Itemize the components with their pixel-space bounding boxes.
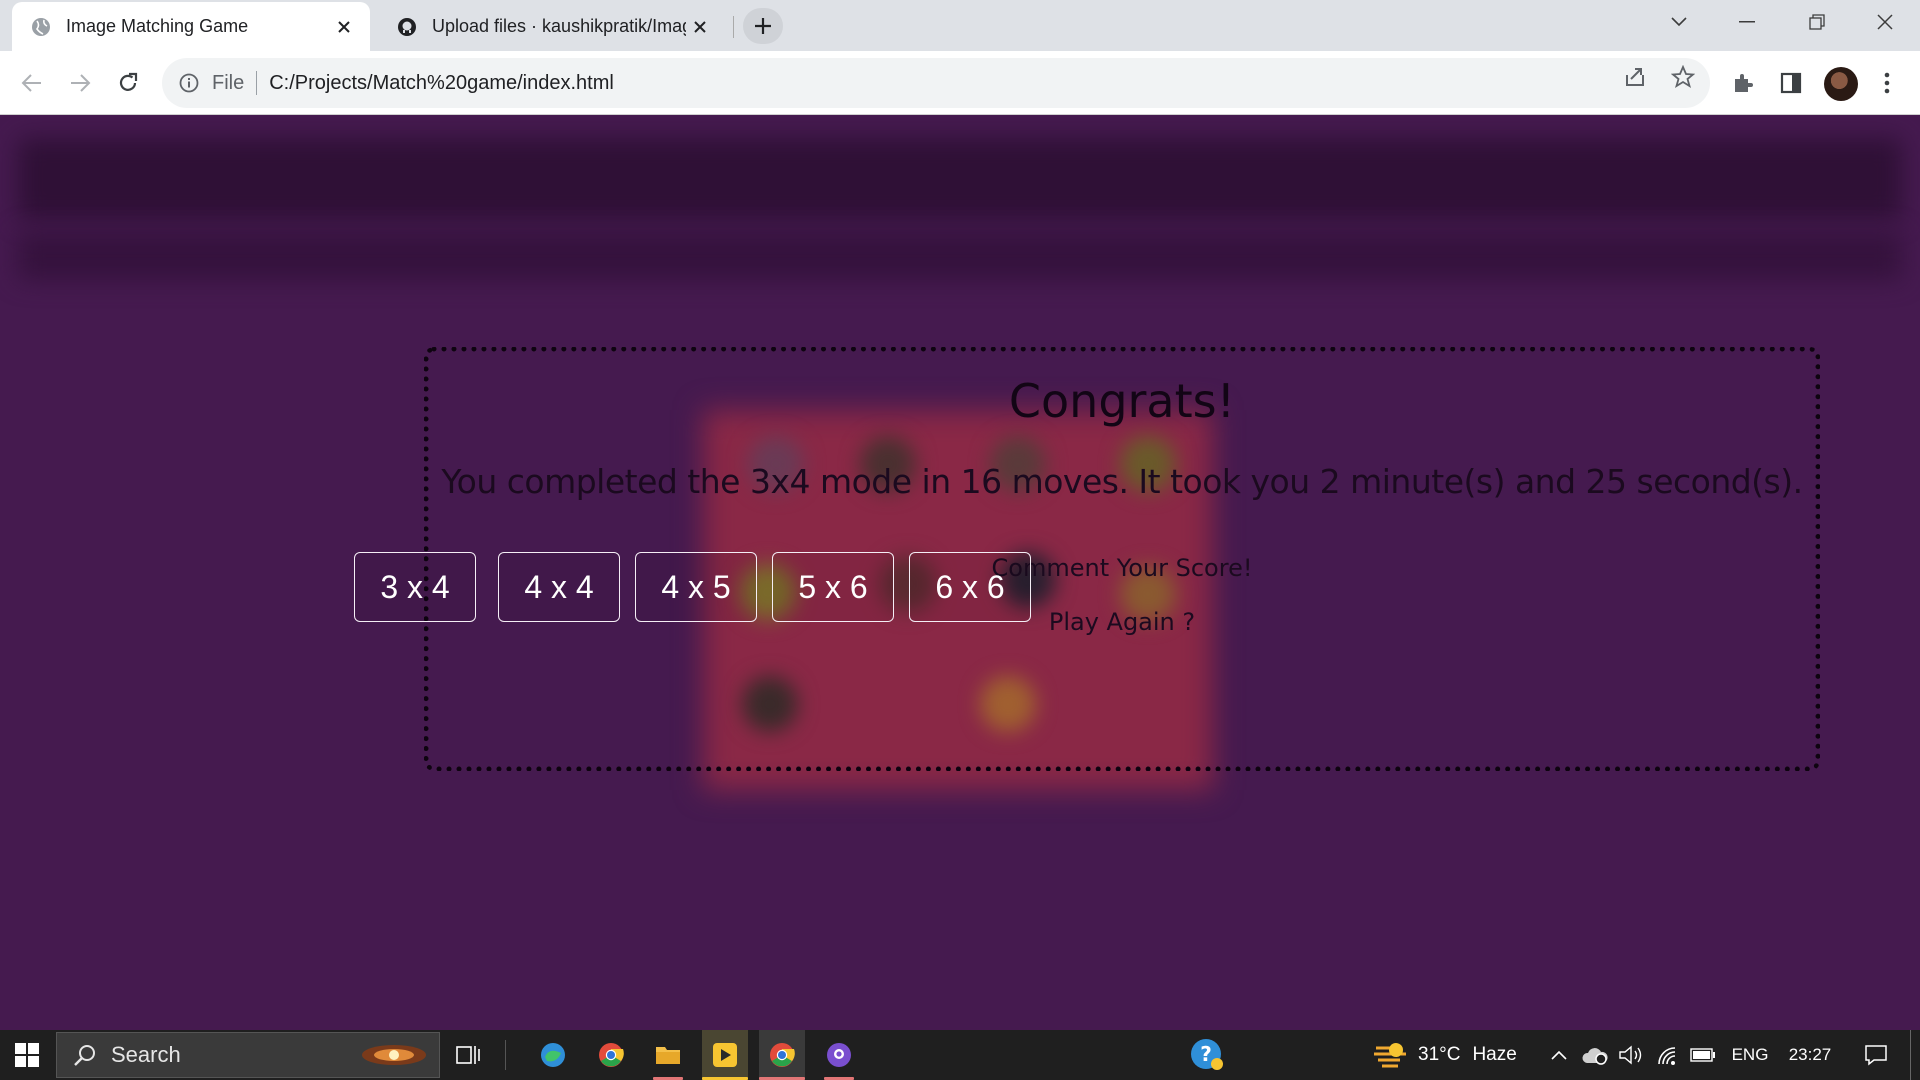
forward-button[interactable] xyxy=(62,65,98,101)
language-label: ENG xyxy=(1731,1045,1769,1064)
task-view-button[interactable] xyxy=(448,1030,488,1080)
mode-5x6-button[interactable]: 5 x 6 xyxy=(772,552,894,622)
start-button[interactable] xyxy=(0,1030,54,1080)
show-hidden-icons-chevron-icon[interactable] xyxy=(1546,1030,1572,1080)
profile-avatar[interactable] xyxy=(1824,67,1858,101)
galaxy-search-highlight-icon xyxy=(362,1045,426,1065)
play-icon xyxy=(713,1043,737,1067)
plus-icon xyxy=(755,18,771,34)
tab-search-button[interactable] xyxy=(1644,0,1714,44)
restore-button[interactable] xyxy=(1782,0,1852,44)
result-message: You completed the 3x4 mode in 16 moves. … xyxy=(441,462,1803,501)
folder-icon xyxy=(656,1047,680,1064)
reload-icon xyxy=(119,72,138,91)
show-desktop-button[interactable] xyxy=(1910,1030,1911,1080)
taskbar: Search ? 31°C Haze ENG 23:27 xyxy=(0,1030,1920,1080)
back-button[interactable] xyxy=(14,65,50,101)
extensions-puzzle-icon[interactable] xyxy=(1730,70,1756,96)
bookmark-star-icon[interactable] xyxy=(1670,64,1696,90)
weather-widget[interactable]: 31°C Haze xyxy=(1418,1030,1528,1080)
file-explorer-app[interactable] xyxy=(645,1030,691,1080)
reload-button[interactable] xyxy=(110,65,146,101)
menu-kebab-icon[interactable] xyxy=(1874,70,1900,96)
chevron-down-icon xyxy=(1671,17,1687,27)
windows-logo-icon xyxy=(15,1043,39,1067)
onedrive-cloud-icon[interactable] xyxy=(1580,1030,1610,1080)
edge-icon xyxy=(541,1043,565,1067)
forward-arrow-icon xyxy=(71,74,91,92)
close-window-button[interactable] xyxy=(1850,0,1920,44)
congrats-heading: Congrats! xyxy=(1008,374,1236,428)
blurred-stats-bar xyxy=(18,232,1902,280)
help-app[interactable]: ? xyxy=(1184,1030,1230,1080)
weather-temp: 31°C xyxy=(1418,1044,1461,1065)
tab-strip: Image Matching Game Upload files · kaush… xyxy=(0,0,1920,51)
search-icon xyxy=(74,1045,95,1066)
congrats-dialog: Congrats! You completed the 3x4 mode in … xyxy=(424,347,1820,771)
globe-icon xyxy=(31,17,51,37)
close-tab-icon[interactable] xyxy=(686,13,714,41)
language-indicator[interactable]: ENG xyxy=(1726,1030,1774,1080)
edge-app[interactable] xyxy=(530,1030,576,1080)
restore-icon xyxy=(1809,14,1825,30)
notifications-button[interactable] xyxy=(1856,1030,1896,1080)
github-desktop-icon xyxy=(827,1043,851,1067)
chrome-icon xyxy=(770,1043,795,1067)
tab-image-matching-game[interactable]: Image Matching Game xyxy=(12,2,370,51)
game-page: Congrats! You completed the 3x4 mode in … xyxy=(0,116,1920,1030)
tab-title: Image Matching Game xyxy=(66,16,249,36)
weather-icon[interactable] xyxy=(1370,1030,1410,1080)
browser-toolbar: File C:/Projects/Match%20game/index.html xyxy=(0,51,1920,115)
minimize-button[interactable] xyxy=(1712,0,1782,44)
address-divider xyxy=(256,71,258,95)
notification-chat-icon xyxy=(1865,1045,1887,1066)
url-text[interactable]: C:/Projects/Match%20game/index.html xyxy=(269,72,614,95)
battery-icon[interactable] xyxy=(1688,1030,1718,1080)
close-tab-icon[interactable] xyxy=(330,13,358,41)
help-question-icon: ? xyxy=(1191,1039,1223,1070)
search-placeholder: Search xyxy=(111,1042,181,1067)
clock[interactable]: 23:27 xyxy=(1780,1030,1840,1080)
back-arrow-icon xyxy=(21,74,41,92)
taskbar-divider xyxy=(505,1040,506,1070)
tab-title: Upload files · kaushikpratik/Imag xyxy=(432,16,686,36)
github-desktop-app[interactable] xyxy=(816,1030,862,1080)
info-icon[interactable] xyxy=(178,72,200,94)
volume-icon[interactable] xyxy=(1616,1030,1646,1080)
github-icon xyxy=(397,17,417,37)
share-icon[interactable] xyxy=(1622,64,1648,90)
wifi-icon[interactable] xyxy=(1652,1030,1682,1080)
weather-condition: Haze xyxy=(1472,1044,1517,1065)
new-tab-button[interactable] xyxy=(743,8,783,44)
media-player-app[interactable] xyxy=(702,1030,748,1080)
clock-time: 23:27 xyxy=(1788,1045,1832,1064)
mode-4x5-button[interactable]: 4 x 5 xyxy=(635,552,757,622)
address-bar[interactable]: File C:/Projects/Match%20game/index.html xyxy=(162,58,1710,108)
chrome-app-active[interactable] xyxy=(759,1030,805,1080)
url-scheme-label: File xyxy=(212,71,245,94)
tab-upload-files[interactable]: Upload files · kaushikpratik/Imag xyxy=(378,2,726,51)
mode-6x6-button[interactable]: 6 x 6 xyxy=(909,552,1031,622)
close-icon xyxy=(1877,14,1893,30)
task-view-icon xyxy=(456,1046,480,1064)
blurred-header xyxy=(18,138,1902,220)
svg-text:?: ? xyxy=(1200,1042,1212,1066)
side-panel-icon[interactable] xyxy=(1778,70,1804,96)
chrome-icon xyxy=(599,1043,624,1067)
tab-divider xyxy=(733,16,734,38)
mode-4x4-button[interactable]: 4 x 4 xyxy=(498,552,620,622)
mode-3x4-button[interactable]: 3 x 4 xyxy=(354,552,476,622)
taskbar-search-box[interactable]: Search xyxy=(56,1032,440,1078)
chrome-app[interactable] xyxy=(588,1030,634,1080)
minimize-icon xyxy=(1739,21,1755,23)
